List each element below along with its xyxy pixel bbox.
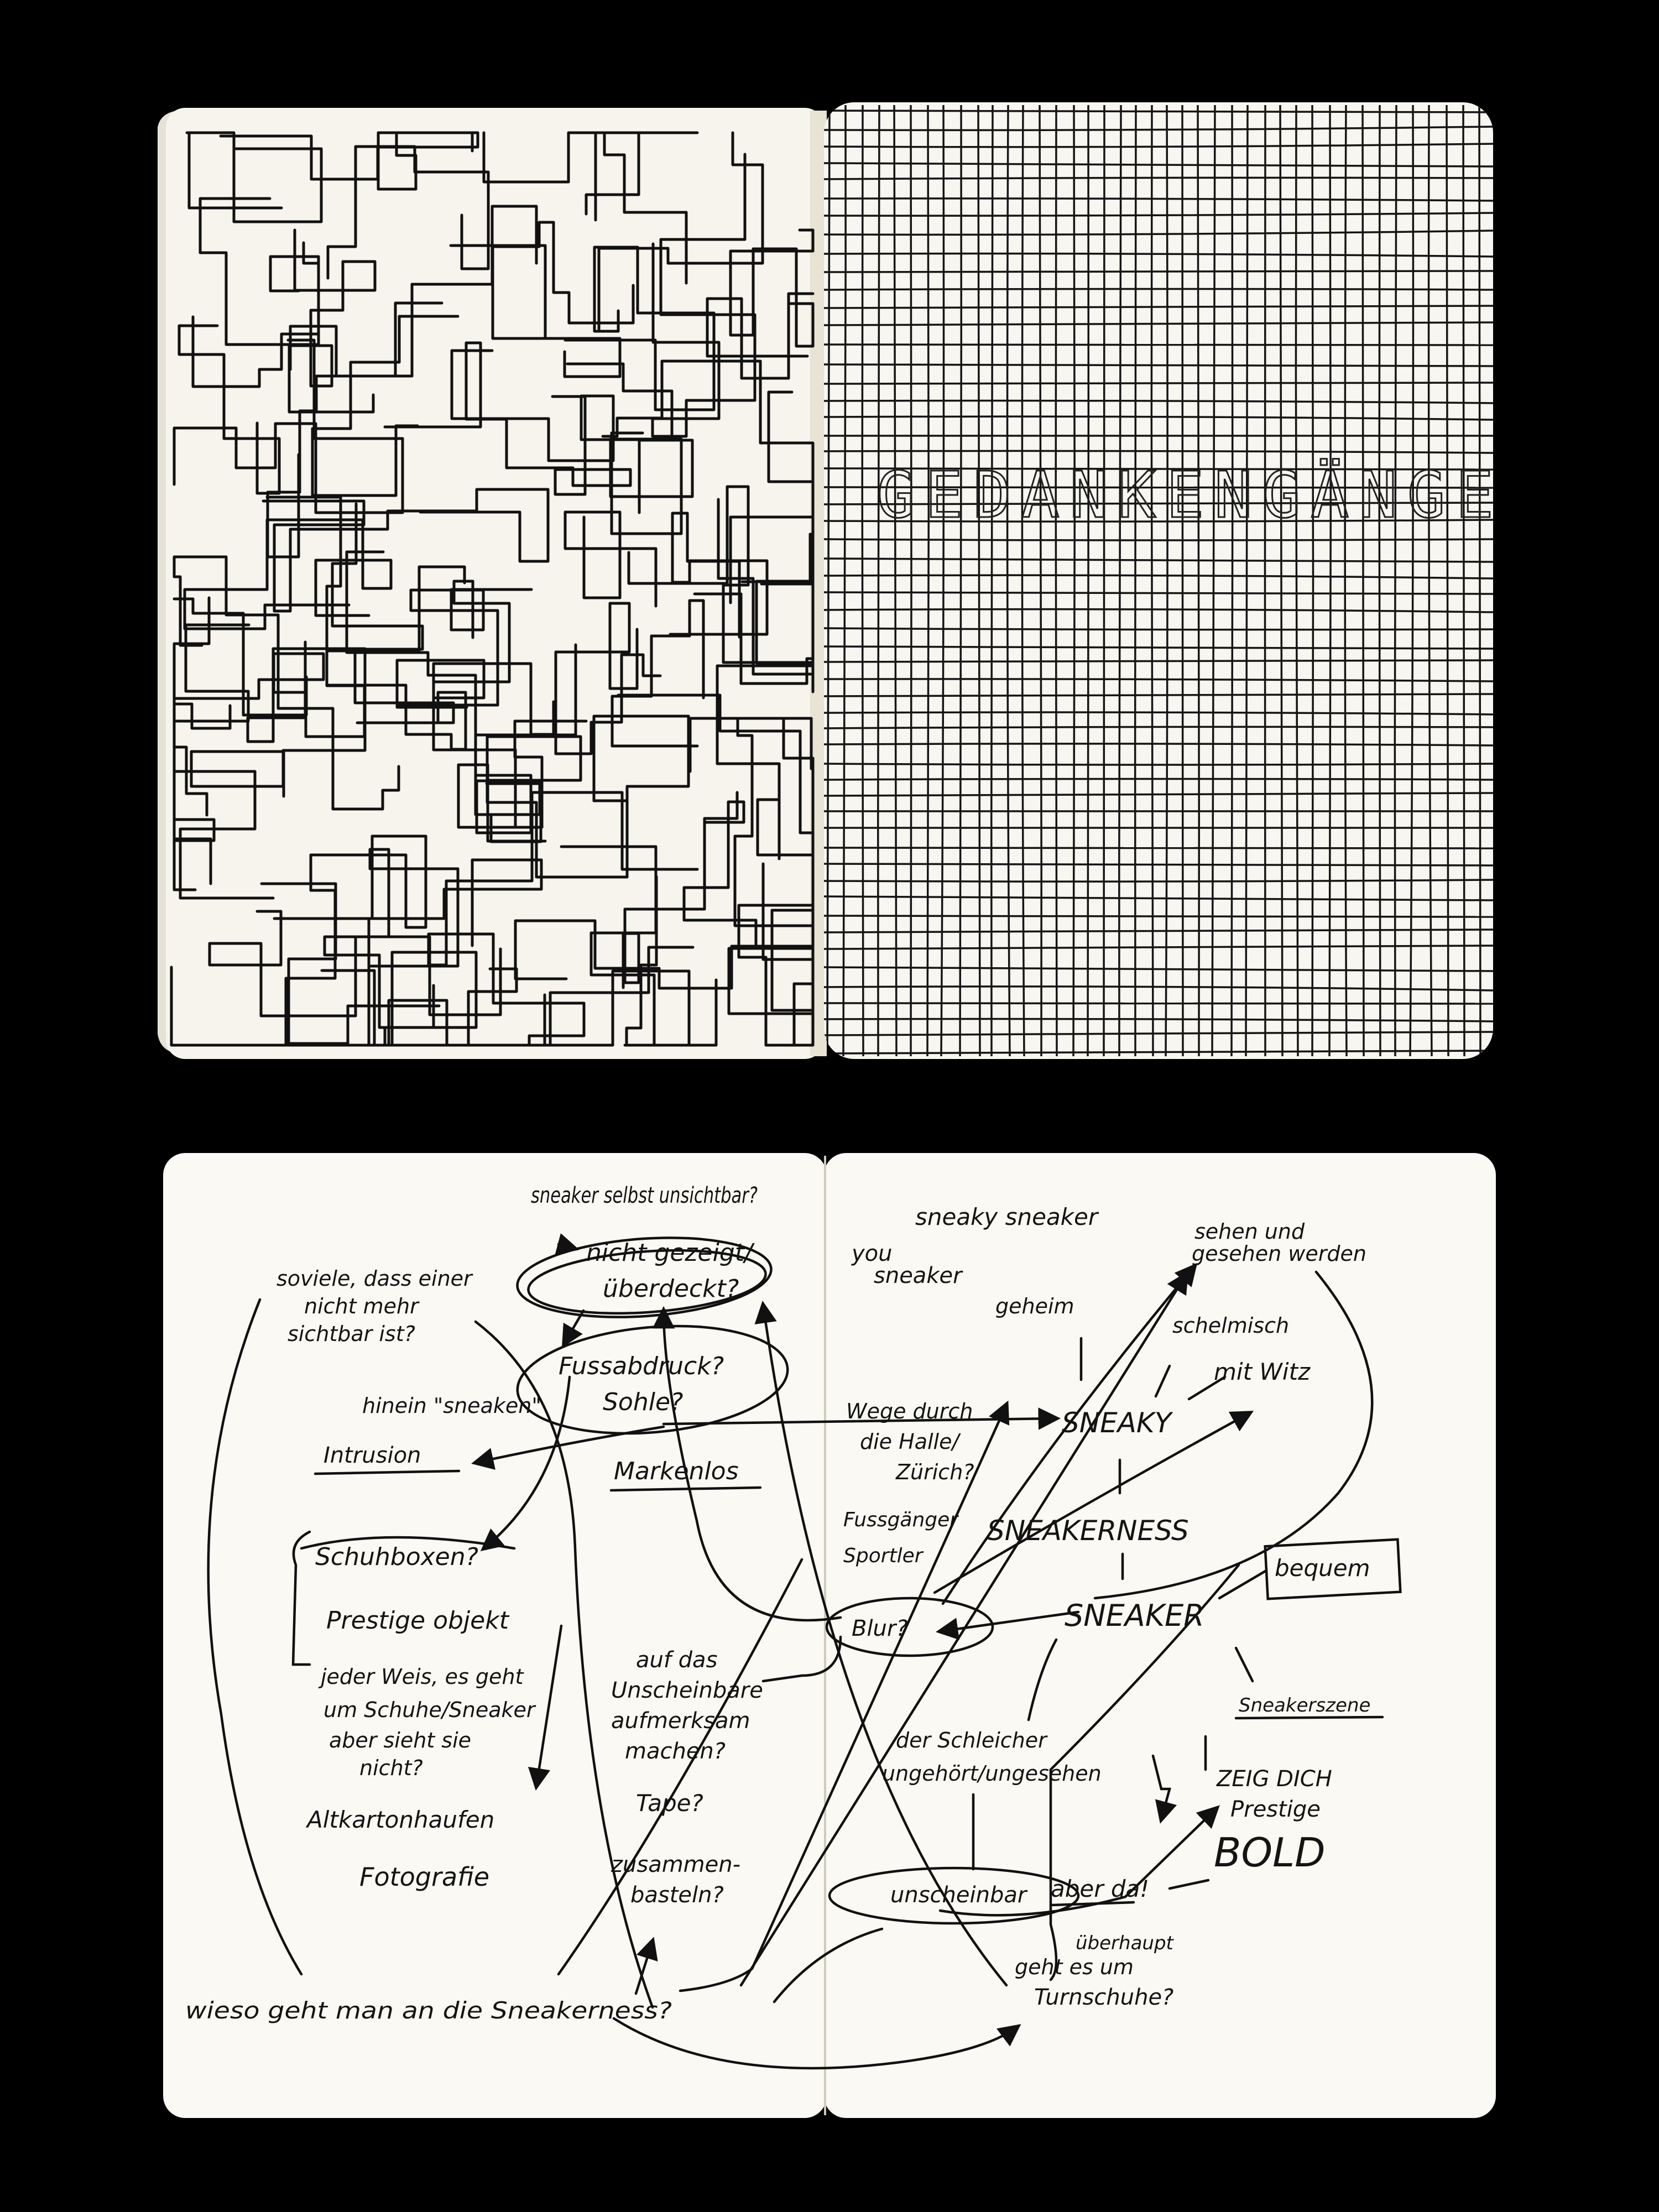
note-schuhboxen: Schuhboxen?: [315, 1543, 478, 1571]
note-wege-2: die Halle/: [860, 1430, 961, 1454]
grid-horizontal-line: [824, 1002, 1493, 1005]
note-auf-das-2: Unscheinbare: [611, 1678, 763, 1703]
grid-vertical-line: [1378, 105, 1381, 1057]
note-soviele-3: sichtbar ist?: [288, 1322, 415, 1346]
note-nicht-gezeigt: nicht gezeigt/: [586, 1239, 755, 1267]
note-wege-1: Wege durch: [846, 1399, 973, 1423]
note-intrusion: Intrusion: [324, 1443, 421, 1468]
grid-vertical-line: [1134, 105, 1137, 1057]
grid-horizontal-line: [824, 810, 1493, 813]
note-sneaker-small: sneaker: [874, 1263, 963, 1288]
note-wege-3: Zürich?: [895, 1460, 974, 1484]
note-bold: BOLD: [1214, 1829, 1326, 1876]
grid-vertical-line: [1478, 105, 1481, 1057]
note-fussabdruck: Fussabdruck?: [559, 1352, 724, 1380]
note-jeder-weiss-4: nicht?: [359, 1756, 423, 1780]
note-zusammen-2: basteln?: [630, 1882, 724, 1908]
note-schleicher-2: ungehört/ungesehen: [882, 1761, 1102, 1786]
grid-vertical-line: [861, 105, 864, 1057]
note-sneaky-sneaker: sneaky sneaker: [915, 1203, 1099, 1230]
note-jeder-weiss-1: jeder Weis, es geht: [318, 1665, 524, 1689]
note-sneakerszene: Sneakerszene: [1239, 1694, 1370, 1717]
note-auf-das-4: machen?: [625, 1739, 726, 1764]
grid-vertical-line: [926, 105, 930, 1057]
note-zusammen-1: zusammen-: [611, 1852, 740, 1877]
grid-vertical-line: [1462, 105, 1465, 1057]
grid-horizontal-line: [824, 763, 1493, 766]
sketchbook-spreads: GEDANKENGÄNGE sneaker selbst unsichtbar?…: [158, 102, 1504, 2118]
grid-horizontal-line: [824, 778, 1493, 781]
grid-horizontal-line: [824, 538, 1493, 541]
note-sneaky: SNEAKY: [1062, 1407, 1173, 1439]
note-fussgaenger-2: Sportler: [843, 1545, 924, 1567]
note-schelmisch: schelmisch: [1172, 1313, 1289, 1338]
note-geheim: geheim: [995, 1294, 1074, 1318]
bottom-spread: sneaker selbst unsichtbar? nicht gezeigt…: [163, 1153, 1496, 2118]
note-altkarton: Altkartonhaufen: [305, 1806, 494, 1833]
right-page-bottom: [824, 1153, 1496, 2118]
note-hinein-sneaken: hinein "sneaken": [362, 1394, 541, 1418]
note-zeig-dich: ZEIG DICH: [1216, 1766, 1332, 1792]
note-sehen-1: sehen und: [1194, 1219, 1305, 1244]
note-turnschuhe: Turnschuhe?: [1034, 1985, 1173, 2010]
grid-vertical-line: [1230, 105, 1234, 1057]
note-fussgaenger-1: Fussgänger: [843, 1509, 959, 1531]
note-fotografie: Fotografie: [359, 1862, 489, 1892]
note-auf-das-1: auf das: [636, 1647, 717, 1673]
note-mit-witz: mit Witz: [1214, 1358, 1311, 1385]
note-soviele-2: nicht mehr: [304, 1294, 420, 1318]
note-unscheinbar: unscheinbar: [890, 1882, 1028, 1908]
grid-vertical-line: [1311, 105, 1314, 1057]
note-auf-das-3: aufmerksam: [611, 1708, 750, 1734]
note-jeder-weiss-2: um Schuhe/Sneaker: [324, 1698, 536, 1722]
grid-horizontal-line: [824, 270, 1493, 273]
note-schleicher-1: der Schleicher: [896, 1728, 1048, 1752]
note-blur: Blur?: [852, 1616, 908, 1641]
note-wieso: wieso geht man an die Sneakerness?: [185, 1997, 672, 2024]
grid-horizontal-line: [824, 915, 1493, 918]
note-soviele-1: soviele, dass einer: [276, 1266, 473, 1291]
note-sehen-2: gesehen werden: [1192, 1241, 1366, 1266]
note-sneaker-selbst: sneaker selbst unsichtbar?: [531, 1183, 758, 1208]
note-bequem: bequem: [1275, 1554, 1370, 1582]
note-sohle: Sohle?: [603, 1388, 683, 1416]
note-markenlos: Markenlos: [614, 1457, 739, 1485]
grid-horizontal-line: [824, 288, 1493, 291]
note-sneakerness: SNEAKERNESS: [987, 1515, 1189, 1547]
grid-vertical-line: [1361, 105, 1365, 1057]
grid-vertical-line: [1181, 105, 1184, 1057]
page-title: GEDANKENGÄNGE: [877, 458, 1504, 533]
note-aber-da: aber da!: [1051, 1875, 1149, 1902]
note-ueberhaupt: überhaupt: [1076, 1932, 1175, 1954]
grid-vertical-line: [1072, 105, 1076, 1057]
note-jeder-weiss-3: aber sieht sie: [329, 1728, 471, 1752]
note-tape: Tape?: [636, 1790, 703, 1817]
note-prestige-objekt: Prestige objekt: [326, 1606, 510, 1635]
grid-vertical-line: [1055, 105, 1058, 1057]
top-spread: GEDANKENGÄNGE: [158, 102, 1504, 1059]
grid-horizontal-line: [824, 382, 1493, 385]
note-prestige: Prestige: [1230, 1797, 1321, 1822]
underline-sneakerszene: [1234, 1715, 1384, 1720]
note-sneaker-big: SNEAKER: [1065, 1598, 1204, 1633]
grid-vertical-line: [1328, 105, 1332, 1057]
note-ueberdeckt: überdeckt?: [603, 1275, 739, 1303]
grid-vertical-line: [1264, 105, 1266, 1057]
note-geht-es-um: geht es um: [1015, 1955, 1134, 1979]
